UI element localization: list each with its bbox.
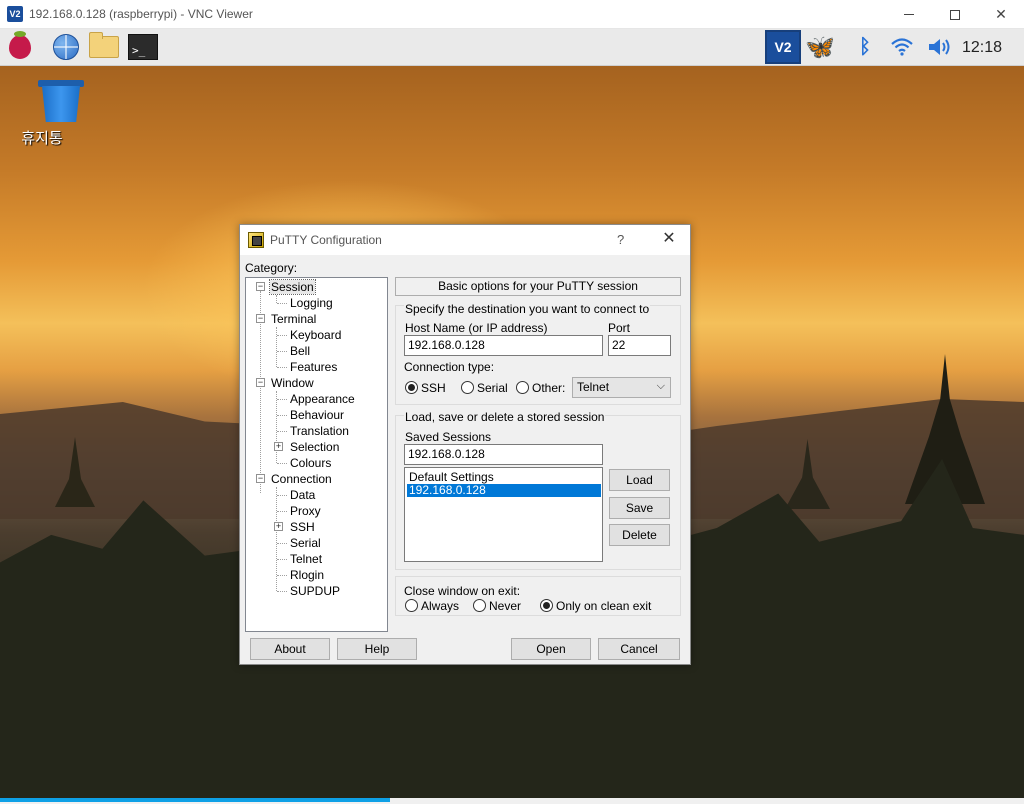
tree-item-keyboard[interactable]: Keyboard <box>290 328 341 342</box>
trash-label[interactable]: 휴지통 <box>0 127 84 148</box>
vnc-server-tray-icon[interactable]: V2 <box>765 30 801 64</box>
context-help-button[interactable]: ? <box>617 232 624 247</box>
tree-item-supdup[interactable]: SUPDUP <box>290 584 340 598</box>
host-name-input[interactable]: 192.168.0.128 <box>404 335 603 356</box>
raspberry-menu-icon[interactable] <box>5 31 35 62</box>
conn-type-ssh-radio[interactable] <box>405 381 418 394</box>
putty-titlebar[interactable]: PuTTY Configuration ? ✕ <box>240 225 690 255</box>
putty-app-icon <box>248 232 264 248</box>
tree-item-appearance[interactable]: Appearance <box>290 392 355 406</box>
bluetooth-icon[interactable]: ᛒ <box>850 32 880 62</box>
port-input[interactable]: 22 <box>608 335 671 356</box>
tree-item-connection[interactable]: Connection <box>271 472 332 486</box>
delete-button[interactable]: Delete <box>609 524 670 546</box>
cancel-button[interactable]: Cancel <box>598 638 680 660</box>
trash-desktop-icon[interactable] <box>38 80 84 124</box>
putty-close-button[interactable]: ✕ <box>660 230 678 248</box>
saved-sessions-label: Saved Sessions <box>405 430 492 444</box>
file-manager-icon[interactable] <box>89 32 119 62</box>
close-never-label[interactable]: Never <box>489 599 521 613</box>
about-button[interactable]: About <box>250 638 330 660</box>
host-name-label: Host Name (or IP address) <box>405 321 548 335</box>
sessions-group-label: Load, save or delete a stored session <box>404 410 606 424</box>
tree-item-data[interactable]: Data <box>290 488 315 502</box>
tree-item-bell[interactable]: Bell <box>290 344 310 358</box>
collapse-terminal-icon[interactable]: − <box>256 314 265 323</box>
panel-header: Basic options for your PuTTY session <box>395 277 681 296</box>
tree-connector <box>276 391 277 463</box>
conn-type-other-radio[interactable] <box>516 381 529 394</box>
tree-item-telnet[interactable]: Telnet <box>290 552 322 566</box>
raspberry-pi-taskbar: >_ V2 🦋 ᛒ 12:18 <box>0 29 1024 66</box>
collapse-connection-icon[interactable]: − <box>256 474 265 483</box>
category-label: Category: <box>245 261 298 275</box>
tree-item-window[interactable]: Window <box>271 376 314 390</box>
close-clean-exit-label[interactable]: Only on clean exit <box>556 599 651 613</box>
tree-connector <box>276 295 277 303</box>
close-clean-exit-radio[interactable] <box>540 599 553 612</box>
vnc-window-title: 192.168.0.128 (raspberrypi) - VNC Viewer <box>29 7 253 21</box>
saved-sessions-list[interactable]: Default Settings 192.168.0.128 <box>404 467 603 562</box>
session-list-item[interactable]: 192.168.0.128 <box>407 484 601 497</box>
conn-type-serial-radio[interactable] <box>461 381 474 394</box>
port-label: Port <box>608 321 631 335</box>
tree-item-translation[interactable]: Translation <box>290 424 349 438</box>
close-icon: ✕ <box>995 6 1007 22</box>
collapse-window-icon[interactable]: − <box>256 378 265 387</box>
conn-type-ssh-label[interactable]: SSH <box>421 381 446 395</box>
butterfly-app-icon[interactable]: 🦋 <box>805 32 835 62</box>
terminal-icon[interactable]: >_ <box>128 32 158 62</box>
tree-item-logging[interactable]: Logging <box>290 296 333 310</box>
minimize-icon <box>904 14 914 15</box>
collapse-session-icon[interactable]: − <box>256 282 265 291</box>
maximize-button[interactable] <box>932 0 978 29</box>
tree-item-proxy[interactable]: Proxy <box>290 504 321 518</box>
tree-item-selection[interactable]: Selection <box>290 440 339 454</box>
tree-connector <box>276 327 277 367</box>
open-button[interactable]: Open <box>511 638 591 660</box>
destination-group-label: Specify the destination you want to conn… <box>404 302 651 316</box>
putty-title: PuTTY Configuration <box>270 233 382 247</box>
tree-item-colours[interactable]: Colours <box>290 456 331 470</box>
vnc-viewer-logo-icon: V2 <box>7 6 23 22</box>
tree-item-features[interactable]: Features <box>290 360 337 374</box>
conn-type-serial-label[interactable]: Serial <box>477 381 508 395</box>
conn-type-other-label[interactable]: Other: <box>532 381 565 395</box>
maximize-icon <box>950 9 960 20</box>
tree-item-terminal[interactable]: Terminal <box>271 312 316 326</box>
tree-item-serial[interactable]: Serial <box>290 536 321 550</box>
tree-item-behaviour[interactable]: Behaviour <box>290 408 344 422</box>
volume-icon[interactable] <box>925 32 955 62</box>
other-protocol-value: Telnet <box>577 380 610 394</box>
taskbar-clock[interactable]: 12:18 <box>962 39 1002 57</box>
expand-selection-icon[interactable]: + <box>274 442 283 451</box>
minimize-button[interactable] <box>886 0 932 29</box>
tree-item-ssh[interactable]: SSH <box>290 520 315 534</box>
putty-configuration-dialog: PuTTY Configuration ? ✕ Category: − Sess… <box>239 224 691 665</box>
vnc-window-titlebar[interactable]: V2 192.168.0.128 (raspberrypi) - VNC Vie… <box>0 0 1024 29</box>
close-window-button[interactable]: ✕ <box>978 0 1024 29</box>
close-never-radio[interactable] <box>473 599 486 612</box>
wifi-icon[interactable] <box>887 32 917 62</box>
load-button[interactable]: Load <box>609 469 670 491</box>
connection-type-label: Connection type: <box>404 360 495 374</box>
category-tree[interactable]: − Session Logging − Terminal Keyboard Be… <box>245 277 388 632</box>
chevron-down-icon: ⌵ <box>656 380 665 392</box>
tree-item-session[interactable]: Session <box>269 279 316 295</box>
close-on-exit-label: Close window on exit: <box>404 584 521 598</box>
other-protocol-select[interactable]: Telnet ⌵ <box>572 377 671 398</box>
vnc-bottom-strip <box>0 798 1024 804</box>
help-button[interactable]: Help <box>337 638 417 660</box>
web-browser-icon[interactable] <box>51 32 81 62</box>
saved-sessions-input[interactable]: 192.168.0.128 <box>404 444 603 465</box>
close-always-label[interactable]: Always <box>421 599 459 613</box>
save-button[interactable]: Save <box>609 497 670 519</box>
tree-item-rlogin[interactable]: Rlogin <box>290 568 324 582</box>
expand-ssh-icon[interactable]: + <box>274 522 283 531</box>
close-always-radio[interactable] <box>405 599 418 612</box>
